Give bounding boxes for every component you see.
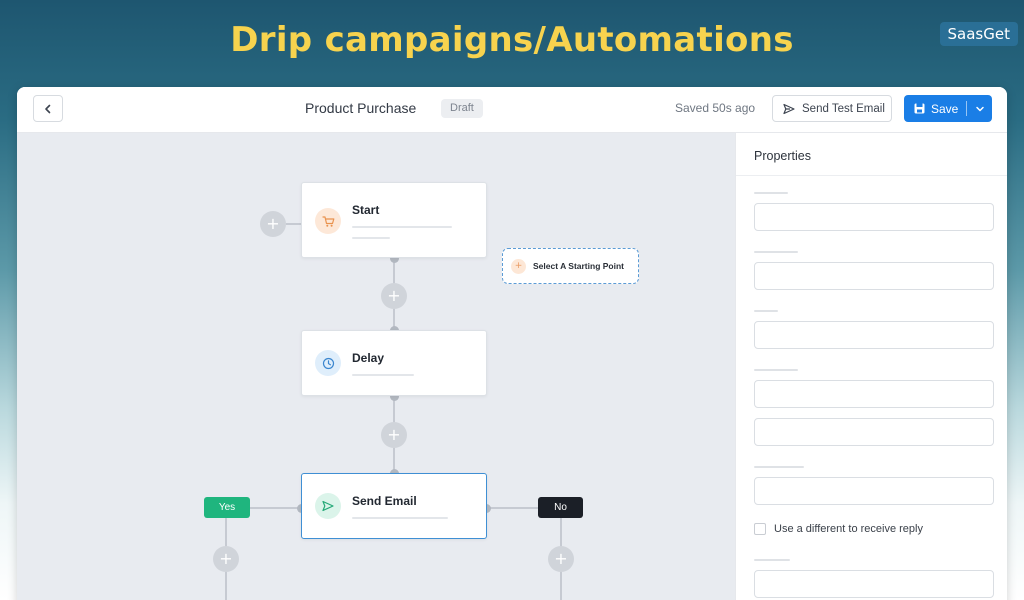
paper-plane-icon bbox=[783, 103, 795, 114]
send-email-node-icon-wrap bbox=[315, 493, 341, 519]
connector-line bbox=[487, 507, 539, 509]
different-reply-label: Use a different to receive reply bbox=[774, 523, 923, 535]
select-starting-point-button[interactable]: + Select A Starting Point bbox=[502, 248, 639, 284]
field-label-placeholder bbox=[754, 251, 798, 253]
chevron-down-icon bbox=[975, 106, 984, 111]
clock-icon bbox=[322, 357, 334, 369]
delay-node-title: Delay bbox=[352, 351, 385, 365]
send-email-node-title: Send Email bbox=[352, 494, 417, 508]
properties-title: Properties bbox=[754, 149, 811, 163]
field-label-placeholder bbox=[754, 310, 778, 312]
field-label-placeholder bbox=[754, 192, 788, 194]
chevron-left-icon bbox=[45, 104, 51, 113]
start-node-title: Start bbox=[352, 203, 380, 217]
plus-icon: + bbox=[266, 214, 280, 233]
start-node[interactable]: Start bbox=[301, 182, 487, 258]
send-test-email-button[interactable]: Send Test Email bbox=[772, 95, 892, 122]
properties-panel: Properties Use a different to receive re… bbox=[735, 133, 1007, 600]
field-label-placeholder bbox=[754, 559, 790, 561]
add-step-yes-button[interactable]: + bbox=[213, 546, 239, 572]
branch-no-label[interactable]: No bbox=[538, 497, 583, 518]
brand-logo: SaasGet bbox=[939, 22, 1018, 46]
property-field[interactable] bbox=[754, 418, 994, 446]
back-button[interactable] bbox=[33, 95, 63, 122]
save-status: Saved 50s ago bbox=[675, 101, 756, 115]
add-trigger-button[interactable]: + bbox=[260, 211, 286, 237]
floppy-disk-icon bbox=[914, 103, 925, 114]
start-node-detail-line bbox=[352, 226, 452, 228]
field-label-placeholder bbox=[754, 369, 798, 371]
delay-node[interactable]: Delay bbox=[301, 330, 487, 396]
cart-icon bbox=[321, 215, 334, 227]
save-button-group: Save bbox=[904, 95, 992, 122]
plus-icon: + bbox=[554, 549, 568, 568]
start-node-detail-line bbox=[352, 237, 390, 239]
field-label-placeholder bbox=[754, 466, 804, 468]
save-options-button[interactable] bbox=[967, 95, 992, 122]
plus-icon: + bbox=[511, 258, 526, 274]
save-button[interactable]: Save bbox=[904, 95, 966, 122]
delay-node-icon-wrap bbox=[315, 350, 341, 376]
add-step-button[interactable]: + bbox=[381, 283, 407, 309]
divider bbox=[736, 175, 1007, 176]
property-field[interactable] bbox=[754, 262, 994, 290]
property-field[interactable] bbox=[754, 477, 994, 505]
connector-line bbox=[286, 223, 301, 225]
send-email-node-detail-line bbox=[352, 517, 448, 519]
automation-editor: Product Purchase Draft Saved 50s ago Sen… bbox=[17, 87, 1007, 600]
page-title: Product Purchase bbox=[305, 100, 417, 116]
plus-icon: + bbox=[387, 286, 401, 305]
flow-canvas[interactable]: + + + + + Start + Select A Starting Poin… bbox=[17, 133, 735, 600]
plus-icon: + bbox=[387, 425, 401, 444]
add-step-no-button[interactable]: + bbox=[548, 546, 574, 572]
save-label: Save bbox=[931, 101, 959, 116]
select-starting-point-label: Select A Starting Point bbox=[533, 261, 624, 271]
property-field[interactable] bbox=[754, 380, 994, 408]
property-field[interactable] bbox=[754, 321, 994, 349]
banner-title: Drip campaigns/Automations bbox=[230, 20, 794, 60]
property-field[interactable] bbox=[754, 570, 994, 598]
send-test-email-label: Send Test Email bbox=[802, 102, 885, 115]
add-step-button[interactable]: + bbox=[381, 422, 407, 448]
different-reply-checkbox[interactable] bbox=[754, 523, 766, 535]
paper-plane-icon bbox=[322, 500, 334, 512]
branch-yes-label[interactable]: Yes bbox=[204, 497, 250, 518]
different-reply-checkbox-row[interactable]: Use a different to receive reply bbox=[754, 523, 923, 535]
send-email-node[interactable]: Send Email bbox=[301, 473, 487, 539]
delay-node-detail-line bbox=[352, 374, 414, 376]
plus-icon: + bbox=[219, 549, 233, 568]
property-field[interactable] bbox=[754, 203, 994, 231]
editor-toolbar: Product Purchase Draft Saved 50s ago Sen… bbox=[17, 87, 1007, 133]
connector-line bbox=[249, 507, 301, 509]
status-badge: Draft bbox=[441, 99, 483, 118]
start-node-icon-wrap bbox=[315, 208, 341, 234]
